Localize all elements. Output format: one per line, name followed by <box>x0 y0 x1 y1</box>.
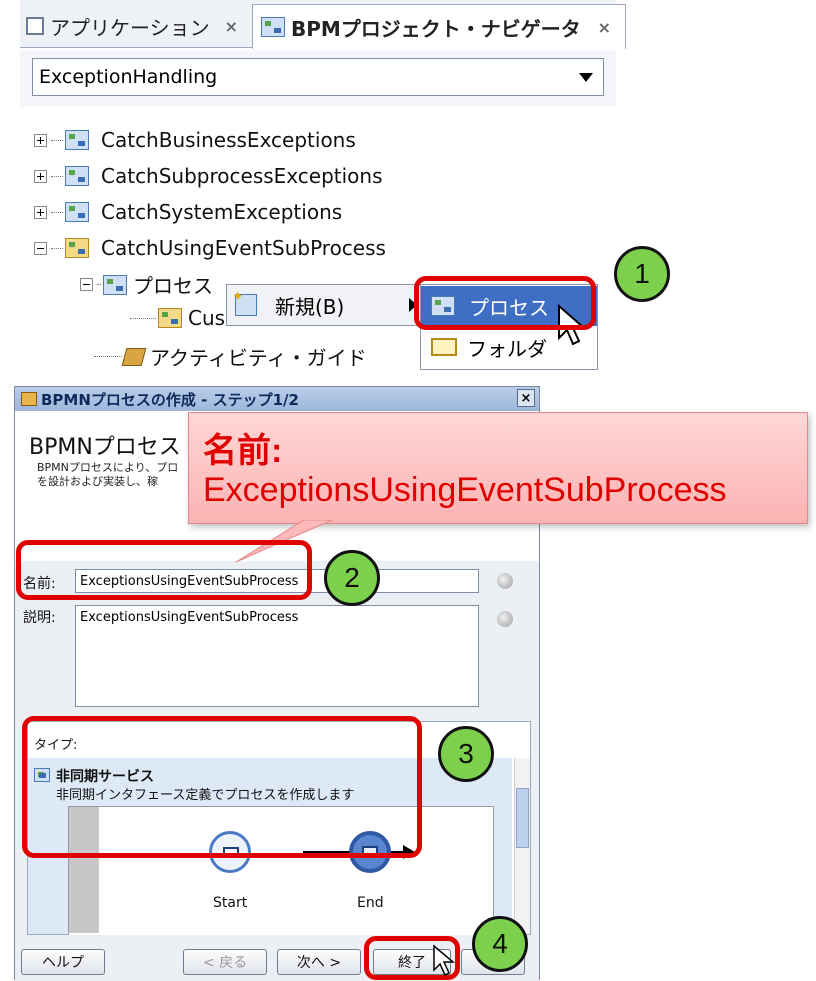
dialog-footer: ヘルプ < 戻る 次へ > 終了 <box>15 935 539 981</box>
context-menu-new[interactable]: ✦ 新規(B) <box>226 284 422 326</box>
tab-bpm-navigator-label: BPMプロジェクト・ナビゲータ <box>291 16 581 41</box>
translate-globe-icon[interactable] <box>497 573 513 589</box>
project-icon <box>65 130 89 150</box>
tree-item-label: CatchSubprocessExceptions <box>101 164 383 188</box>
project-icon <box>65 202 89 222</box>
scrollbar-thumb[interactable] <box>516 788 529 848</box>
help-button[interactable]: ヘルプ <box>21 949 105 975</box>
dialog-app-icon <box>21 392 37 406</box>
menu-item-new-label: 新規(B) <box>275 294 345 319</box>
process-folder-label: プロセス <box>133 274 213 298</box>
back-button[interactable]: < 戻る <box>183 949 267 975</box>
collapse-icon[interactable] <box>34 241 47 255</box>
tree-item[interactable]: CatchSubprocessExceptions <box>34 164 383 188</box>
tree-item-processes[interactable]: プロセス <box>80 270 213 299</box>
project-select-row: ExceptionHandling <box>20 50 616 106</box>
bpm-navigator-icon <box>261 17 285 37</box>
mouse-cursor-icon <box>433 944 456 977</box>
project-icon <box>65 166 89 186</box>
dialog-close-button[interactable]: × <box>517 389 535 407</box>
description-label: 説明: <box>23 610 56 626</box>
dialog-header-description: BPMNプロセスにより、プロ を設計および実装し、稼 <box>37 461 179 488</box>
expand-icon[interactable] <box>34 133 47 147</box>
callout-label: 名前: <box>203 432 283 470</box>
description-field[interactable]: ExceptionsUsingEventSubProcess <box>75 605 479 707</box>
tree-item-label: CatchSystemExceptions <box>101 200 343 224</box>
step-badge-2: 2 <box>324 550 380 606</box>
expand-icon[interactable] <box>34 169 47 183</box>
highlight-box-1 <box>414 276 596 330</box>
tree-item-activity-guide[interactable]: アクティビティ・ガイド <box>94 342 367 371</box>
project-warning-icon <box>65 238 89 258</box>
step-badge-4: 4 <box>472 916 528 972</box>
tab-applications-label: アプリケーション <box>50 15 210 40</box>
chevron-down-icon[interactable] <box>579 73 593 82</box>
highlight-box-2 <box>16 540 312 600</box>
tree-item[interactable]: CatchBusinessExceptions <box>34 128 356 152</box>
menu-item-folder-label: フォルダ <box>467 336 547 361</box>
dialog-header-title: BPMNプロセス <box>29 435 181 460</box>
callout-value: ExceptionsUsingEventSubProcess <box>203 471 727 509</box>
project-select[interactable]: ExceptionHandling <box>32 58 604 96</box>
type-list-scrollbar[interactable] <box>514 758 530 934</box>
activity-guide-icon <box>121 347 147 366</box>
new-icon: ✦ <box>232 289 257 316</box>
name-callout: 名前: ExceptionsUsingEventSubProcess <box>188 412 808 524</box>
step-badge-1: 1 <box>614 246 670 302</box>
expand-icon[interactable] <box>34 205 47 219</box>
tab-bpm-project-navigator[interactable]: BPMプロジェクト・ナビゲータ × <box>252 4 626 49</box>
next-button[interactable]: 次へ > <box>277 949 361 975</box>
dialog-title: BPMNプロセスの作成 - ステップ1/2 <box>41 390 299 409</box>
tree-item-process[interactable]: Cus <box>130 306 225 330</box>
project-select-value: ExceptionHandling <box>39 66 218 88</box>
process-folder-icon <box>103 274 127 295</box>
tree-item-label: CatchUsingEventSubProcess <box>101 236 386 260</box>
close-icon[interactable]: × <box>225 17 238 36</box>
process-warning-icon <box>158 308 182 328</box>
tab-bar: アプリケーション × BPMプロジェクト・ナビゲータ × <box>20 0 626 49</box>
tree-item-label: アクティビティ・ガイド <box>150 346 367 370</box>
tree-item[interactable]: CatchUsingEventSubProcess <box>34 236 386 260</box>
dialog-titlebar: BPMNプロセスの作成 - ステップ1/2 × <box>15 387 539 411</box>
tab-applications[interactable]: アプリケーション × <box>20 4 252 48</box>
close-icon[interactable]: × <box>598 18 611 37</box>
step-badge-3: 3 <box>438 726 494 782</box>
tree-item-label: Cus <box>188 306 226 330</box>
translate-globe-icon[interactable] <box>497 611 513 627</box>
start-event-label: Start <box>213 895 248 911</box>
tree-item[interactable]: CatchSystemExceptions <box>34 200 342 224</box>
application-icon <box>26 17 44 35</box>
end-event-label: End <box>357 895 384 911</box>
collapse-icon[interactable] <box>80 278 93 291</box>
folder-icon <box>431 338 457 356</box>
highlight-box-3 <box>22 716 422 858</box>
tree-item-label: CatchBusinessExceptions <box>101 128 356 152</box>
